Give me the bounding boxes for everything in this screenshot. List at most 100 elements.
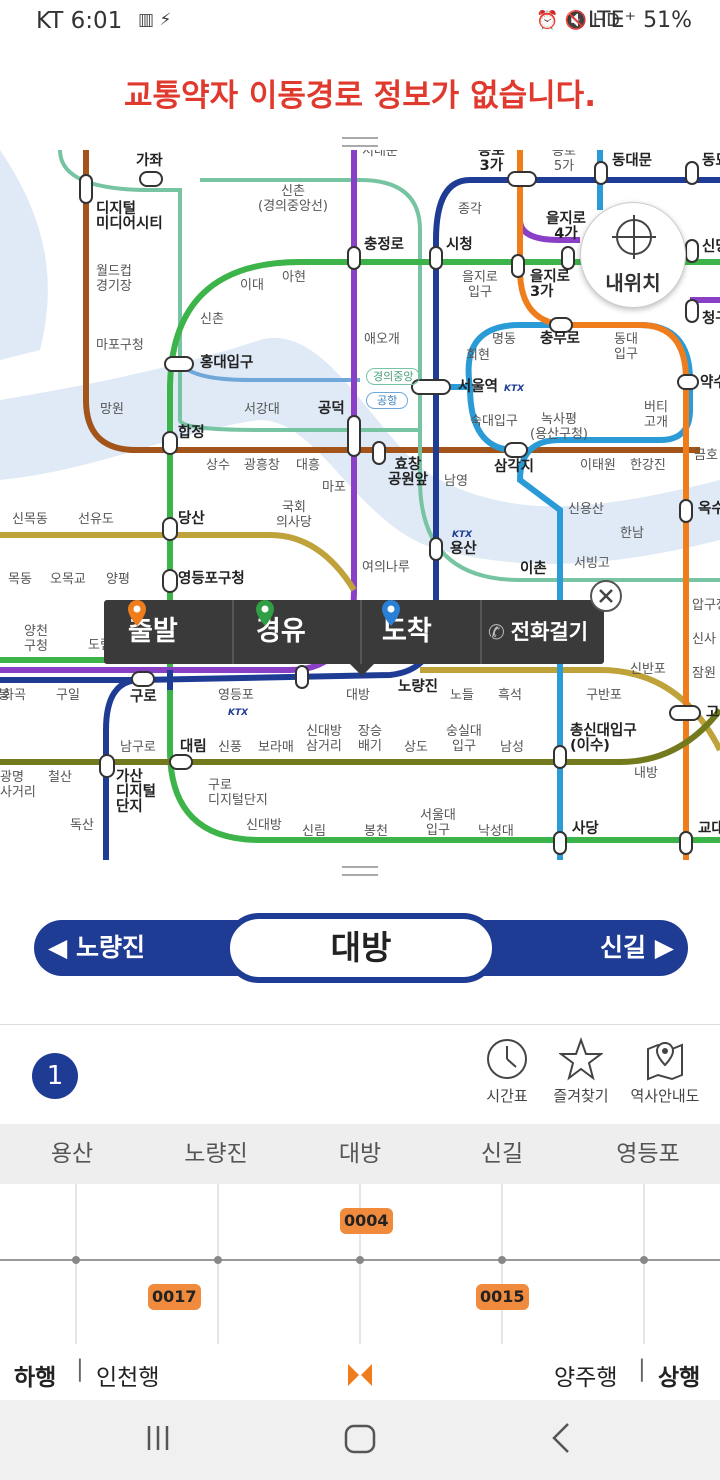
station-label[interactable]: 대림 bbox=[180, 740, 207, 755]
prev-station-button[interactable]: ◀ 노량진 bbox=[48, 920, 145, 976]
station-label[interactable]: 광명 사거리 bbox=[0, 770, 36, 800]
station-label[interactable]: 구로 bbox=[130, 690, 157, 705]
station-label[interactable]: 가좌 bbox=[136, 154, 163, 169]
station-label[interactable]: 신대방 삼거리 bbox=[306, 724, 342, 754]
station-label[interactable]: 서대문 bbox=[362, 150, 398, 159]
station-label[interactable]: 광흥창 bbox=[244, 458, 280, 473]
station-label[interactable]: 남구로 bbox=[120, 740, 156, 755]
station-label[interactable]: 고 bbox=[706, 706, 719, 721]
station-map-button[interactable]: 역사안내도 bbox=[620, 1037, 710, 1106]
station-label[interactable]: 흑석 bbox=[498, 688, 522, 703]
station-label[interactable]: 종로 3가 bbox=[478, 150, 505, 174]
station-label[interactable]: 마포 bbox=[322, 480, 346, 495]
station-label[interactable]: 동대 입구 bbox=[614, 332, 638, 362]
station-label[interactable]: 이태원 bbox=[580, 458, 616, 473]
station-label[interactable]: 신당 bbox=[702, 240, 720, 255]
station-label[interactable]: 총신대입구 (이수) bbox=[570, 724, 637, 754]
station-label[interactable]: 신촌 (경의중앙선) bbox=[258, 184, 328, 214]
arrive-button[interactable]: 도착 bbox=[382, 600, 432, 664]
station-label[interactable]: 금호 bbox=[694, 448, 718, 463]
line-number-badge[interactable]: 1 bbox=[32, 1053, 78, 1099]
station-label[interactable]: 명동 bbox=[492, 332, 516, 347]
station-label[interactable]: 신촌 bbox=[200, 312, 224, 327]
station-label[interactable]: 오목교 bbox=[50, 572, 86, 587]
recent-apps-icon[interactable] bbox=[144, 1424, 172, 1452]
line-station-name[interactable]: 대방 bbox=[300, 1124, 420, 1184]
station-label[interactable]: 내방 bbox=[634, 766, 658, 781]
station-label[interactable]: 교대 bbox=[698, 822, 720, 837]
station-label[interactable]: 합정 bbox=[178, 426, 205, 441]
station-label[interactable]: 종로 5가 bbox=[552, 150, 576, 174]
station-label[interactable]: 양평 bbox=[106, 572, 130, 587]
line-station-name[interactable]: 노량진 bbox=[156, 1124, 276, 1184]
station-label[interactable]: 영등포 bbox=[218, 688, 254, 703]
station-label[interactable]: 대흥 bbox=[296, 458, 320, 473]
station-label[interactable]: 구로 디지털단지 bbox=[208, 778, 268, 808]
station-label[interactable]: 서빙고 bbox=[574, 556, 610, 571]
station-label[interactable]: 가산 디지털 단지 bbox=[116, 770, 156, 815]
back-icon[interactable] bbox=[550, 1422, 572, 1454]
station-label[interactable]: 회현 bbox=[466, 348, 490, 363]
station-label[interactable]: 한남 bbox=[620, 526, 644, 541]
station-label[interactable]: 철산 bbox=[48, 770, 72, 785]
bottom-panel-drag-handle[interactable] bbox=[342, 866, 378, 876]
station-label[interactable]: 동대문 bbox=[612, 154, 652, 169]
next-station-button[interactable]: 신길 ▶ bbox=[600, 920, 674, 976]
via-button[interactable]: 경유 bbox=[256, 600, 306, 664]
station-label[interactable]: 독산 bbox=[70, 818, 94, 833]
station-label[interactable]: 녹사평 (용산구청) bbox=[530, 412, 588, 442]
station-label[interactable]: 홍대입구 bbox=[200, 356, 253, 371]
station-label[interactable]: 애오개 bbox=[364, 332, 400, 347]
station-label[interactable]: 서울대 입구 bbox=[420, 808, 456, 838]
station-label[interactable]: 옥수 bbox=[698, 502, 720, 517]
station-label[interactable]: 노들 bbox=[450, 688, 474, 703]
favorites-button[interactable]: 즐겨찾기 bbox=[536, 1037, 626, 1106]
train-marker[interactable]: 0015 bbox=[476, 1284, 529, 1310]
station-label[interactable]: 을지로 3가 bbox=[530, 270, 570, 300]
station-label[interactable]: 한강진 bbox=[630, 458, 666, 473]
station-label[interactable]: 을지로 입구 bbox=[462, 270, 498, 300]
depart-button[interactable]: 출발 bbox=[128, 600, 178, 664]
station-label[interactable]: 신목동 bbox=[12, 512, 48, 527]
home-icon[interactable] bbox=[344, 1424, 376, 1454]
station-label[interactable]: 사당 bbox=[572, 822, 599, 837]
station-label[interactable]: 이대 bbox=[240, 278, 264, 293]
station-label[interactable]: 보라매 bbox=[258, 740, 294, 755]
station-label[interactable]: 양천 구청 bbox=[24, 624, 48, 654]
station-label[interactable]: 마포구청 bbox=[96, 338, 144, 353]
station-label[interactable]: 용산 bbox=[450, 542, 477, 557]
station-label[interactable]: 당산 bbox=[178, 512, 205, 527]
station-label[interactable]: 이촌 bbox=[520, 562, 547, 577]
station-label[interactable]: 동묘 bbox=[702, 154, 720, 169]
station-label[interactable]: 망원 bbox=[100, 402, 124, 417]
station-label[interactable]: 충정로 bbox=[364, 238, 404, 253]
station-label[interactable]: 압구정 bbox=[692, 598, 720, 613]
train-marker[interactable]: 0004 bbox=[340, 1208, 393, 1234]
station-label[interactable]: 개봉 bbox=[0, 688, 10, 703]
popup-close-button[interactable] bbox=[590, 580, 622, 612]
station-label[interactable]: 대방 bbox=[346, 688, 370, 703]
swap-direction-icon[interactable] bbox=[348, 1364, 372, 1386]
station-label[interactable]: 국회 의사당 bbox=[276, 500, 312, 530]
station-label[interactable]: 여의나루 bbox=[362, 560, 410, 575]
station-label[interactable]: 약수 bbox=[700, 376, 720, 391]
line-station-name[interactable]: 용산 bbox=[12, 1124, 132, 1184]
station-label[interactable]: 서울역 bbox=[458, 380, 498, 395]
station-label[interactable]: 디지털 미디어시티 bbox=[96, 202, 163, 232]
station-label[interactable]: 을지로 4가 bbox=[546, 212, 586, 242]
station-label[interactable]: 시청 bbox=[446, 238, 473, 253]
my-location-button[interactable]: 내위치 bbox=[580, 202, 686, 308]
station-label[interactable]: 잠원 bbox=[692, 666, 716, 681]
station-label[interactable]: 공덕 bbox=[318, 402, 345, 417]
station-label[interactable]: 삼각지 bbox=[494, 460, 534, 475]
station-label[interactable]: 버티 고개 bbox=[644, 400, 668, 430]
station-label[interactable]: 장승 배기 bbox=[358, 724, 382, 754]
line-station-name[interactable]: 신길 bbox=[442, 1124, 562, 1184]
station-label[interactable]: 숙대입구 bbox=[470, 414, 518, 429]
station-label[interactable]: 효창 공원앞 bbox=[388, 458, 428, 488]
station-label[interactable]: 신사 bbox=[692, 632, 716, 647]
station-label[interactable]: 남성 bbox=[500, 740, 524, 755]
line-station-name[interactable]: 영등포 bbox=[588, 1124, 708, 1184]
station-label[interactable]: 종각 bbox=[458, 202, 482, 217]
station-label[interactable]: 청구 bbox=[702, 312, 720, 327]
